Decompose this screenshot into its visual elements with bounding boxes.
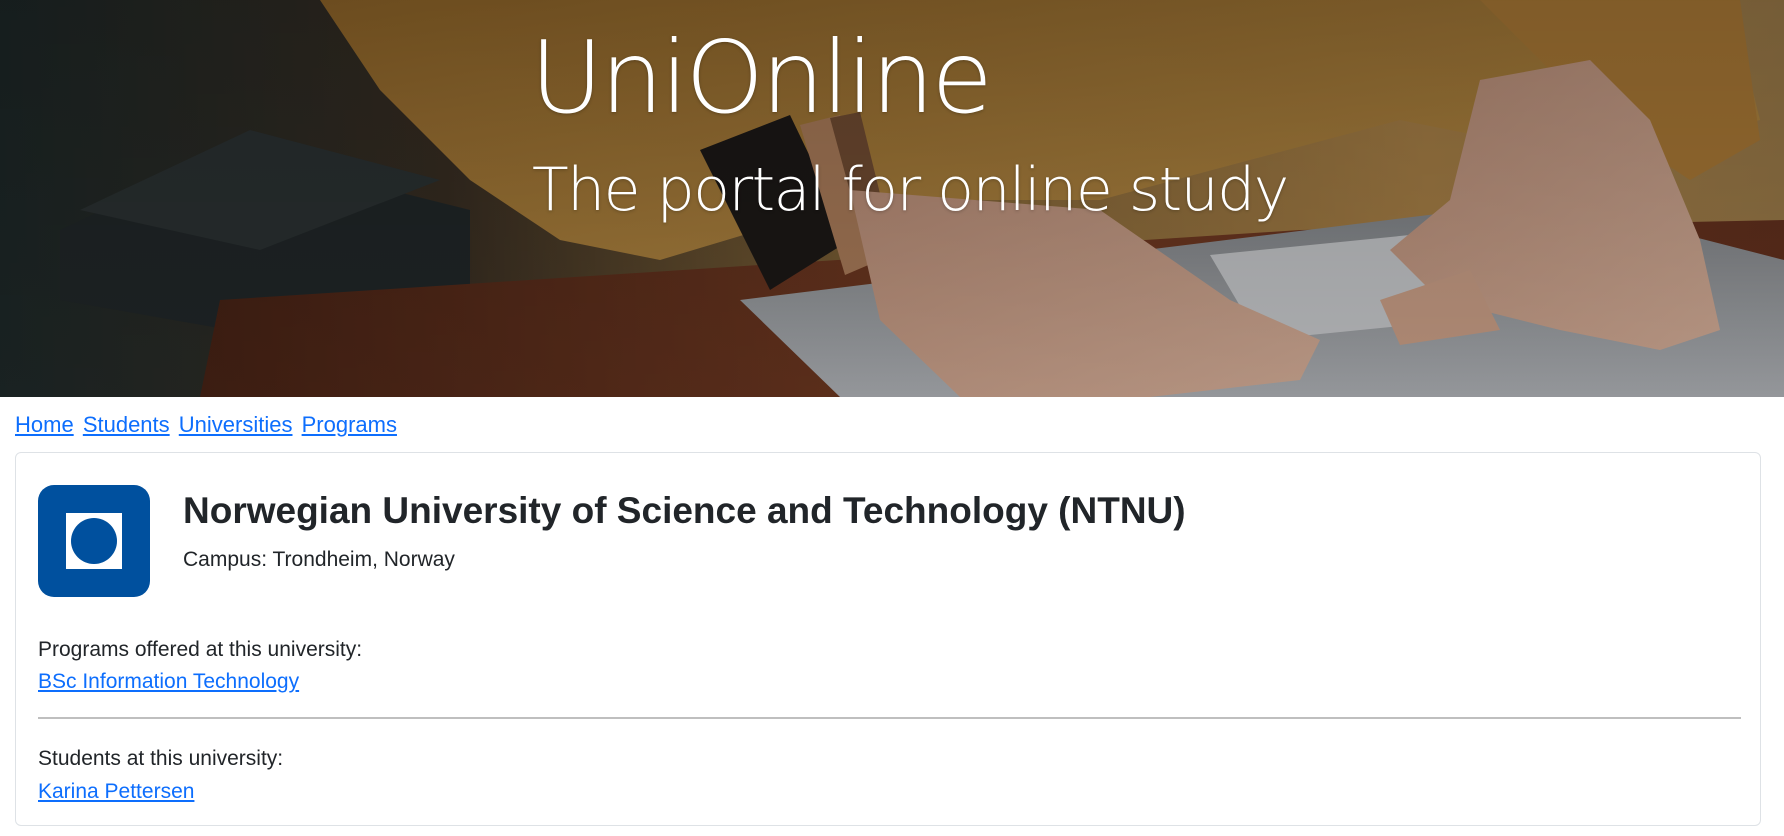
students-label: Students at this university:: [38, 747, 284, 770]
programs-label: Programs offered at this university:: [38, 638, 363, 661]
main-nav: Home Students Universities Programs: [15, 410, 400, 440]
nav-link-home[interactable]: Home: [15, 412, 74, 437]
logo-circle: [71, 518, 117, 564]
university-campus: Campus: Trondheim, Norway: [183, 548, 455, 571]
university-card: Norwegian University of Science and Tech…: [15, 452, 1761, 826]
site-title: UniOnline: [530, 19, 993, 136]
site-subtitle: The portal for online study: [532, 155, 1289, 225]
nav-link-universities[interactable]: Universities: [179, 412, 293, 437]
section-divider: [38, 717, 1741, 719]
nav-link-students[interactable]: Students: [83, 412, 170, 437]
logo-square: [66, 513, 122, 569]
nav-link-programs[interactable]: Programs: [302, 412, 397, 437]
student-link[interactable]: Karina Pettersen: [38, 777, 194, 807]
university-name: Norwegian University of Science and Tech…: [183, 490, 1186, 531]
university-logo: [38, 485, 150, 597]
hero-banner: UniOnline The portal for online study: [0, 0, 1784, 397]
program-link[interactable]: BSc Information Technology: [38, 667, 299, 697]
